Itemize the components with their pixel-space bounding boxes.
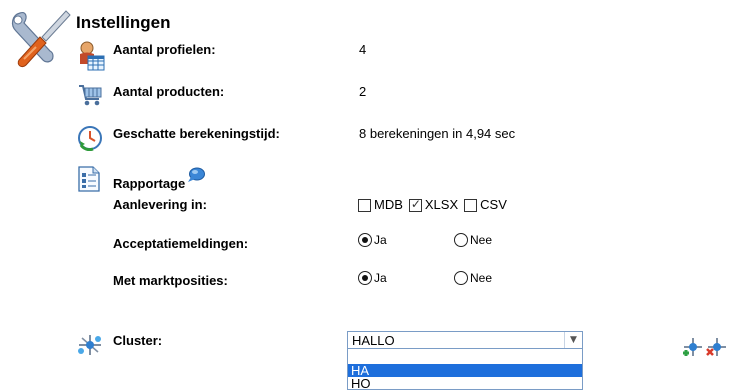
market-label: Met marktposities: <box>113 273 228 288</box>
calc-time-value: 8 berekeningen in 4,94 sec <box>359 126 516 141</box>
clock-refresh-icon <box>77 125 103 151</box>
cluster-option-ho[interactable]: HO <box>348 377 582 389</box>
csv-checkbox[interactable] <box>464 199 478 212</box>
market-yes-label: Ja <box>374 271 387 285</box>
mdb-checkbox[interactable] <box>358 199 371 212</box>
delivery-option-xlsx[interactable]: XLSX <box>408 197 459 212</box>
calc-time-label: Geschatte berekeningstijd: <box>113 126 280 141</box>
cluster-label: Cluster: <box>113 333 163 348</box>
acceptance-yes-label: Ja <box>374 233 387 247</box>
acceptance-no-label: Nee <box>470 233 493 247</box>
xlsx-checkbox[interactable] <box>408 197 422 212</box>
market-no[interactable]: Nee <box>454 271 492 285</box>
report-title: Rapportage <box>113 176 186 191</box>
cluster-selected-value: HALLO <box>352 333 395 348</box>
cluster-dropdown-list: HA HO <box>347 349 583 390</box>
remove-cluster-icon[interactable] <box>705 335 729 359</box>
delivery-label: Aanlevering in: <box>113 197 207 212</box>
market-yes-radio[interactable] <box>358 271 372 285</box>
cluster-select[interactable]: HALLO ▼ <box>347 331 583 349</box>
profiles-label: Aantal profielen: <box>113 42 216 57</box>
cluster-option-ha[interactable]: HA <box>348 364 582 377</box>
chevron-down-icon[interactable]: ▼ <box>564 332 582 348</box>
document-icon <box>77 165 101 193</box>
acceptance-yes[interactable]: Ja <box>358 233 387 247</box>
xlsx-label: XLSX <box>424 197 459 212</box>
delivery-options: MDB XLSX CSV <box>358 197 507 212</box>
csv-label: CSV <box>480 197 507 212</box>
page-title: Instellingen <box>76 13 171 32</box>
cluster-network-icon <box>77 333 103 357</box>
acceptance-no-radio[interactable] <box>454 233 468 247</box>
products-label: Aantal producten: <box>113 84 225 99</box>
market-no-label: Nee <box>470 271 493 285</box>
tools-icon <box>6 7 72 69</box>
acceptance-no[interactable]: Nee <box>454 233 492 247</box>
cluster-option-empty[interactable] <box>348 349 582 362</box>
market-no-radio[interactable] <box>454 271 468 285</box>
delivery-option-mdb[interactable]: MDB <box>358 197 403 212</box>
shopping-cart-icon <box>78 83 104 107</box>
add-cluster-icon[interactable] <box>681 335 705 359</box>
market-yes[interactable]: Ja <box>358 271 387 285</box>
profiles-value: 4 <box>359 42 367 57</box>
profile-table-icon <box>78 40 106 72</box>
acceptance-yes-radio[interactable] <box>358 233 372 247</box>
delivery-option-csv[interactable]: CSV <box>464 197 507 212</box>
products-value: 2 <box>359 84 367 99</box>
acceptance-label: Acceptatiemeldingen: <box>113 236 249 251</box>
mdb-label: MDB <box>374 197 403 212</box>
info-bubble-icon[interactable] <box>187 167 205 183</box>
